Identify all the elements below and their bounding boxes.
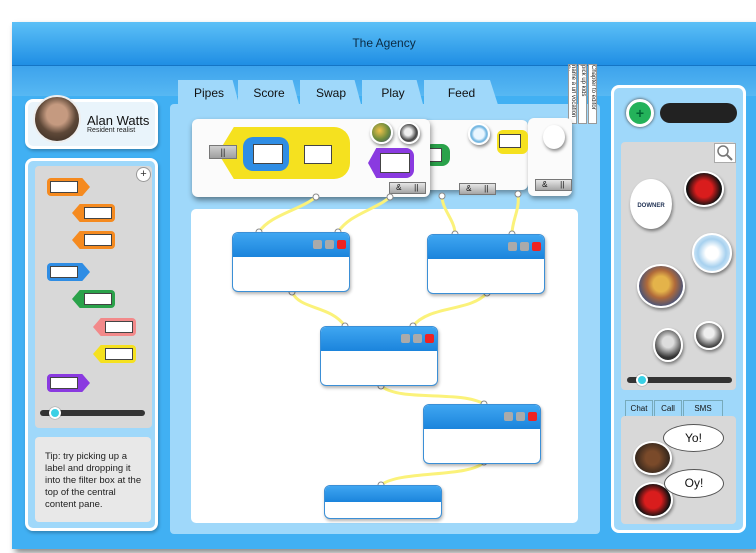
maximize-button[interactable] [520,242,529,251]
pipe-port [514,190,522,198]
news-source-bubble[interactable]: DOWNER [630,179,672,229]
person-bubble[interactable] [653,328,683,362]
pipe-connector [336,195,392,234]
chat-bubble: Yo! [663,424,724,452]
minimize-button[interactable] [508,242,517,251]
pipe-node-window[interactable] [232,232,350,292]
maximize-button[interactable] [516,412,525,421]
pipe-node-window[interactable] [320,326,438,386]
zoom-icon[interactable] [714,143,736,163]
chat-avatar[interactable] [633,441,672,475]
pipe-port [386,193,394,201]
chat-bubble: Oy! [664,469,724,498]
minimize-button[interactable] [504,412,513,421]
pipe-connector [257,195,318,234]
source-search-input[interactable] [660,103,737,123]
red-figure-bubble[interactable] [684,171,724,207]
pipe-node-window[interactable] [423,404,541,464]
close-button[interactable] [337,240,346,249]
us-map-bubble[interactable] [637,264,685,308]
pipe-connector [440,194,457,236]
close-button[interactable] [528,412,537,421]
right-slider-handle[interactable] [636,374,648,386]
maximize-button[interactable] [325,240,334,249]
pipe-connector [510,192,520,236]
source-logo-text: DOWNER [637,203,665,209]
pipe-connector [379,384,486,406]
person-bubble[interactable] [694,321,724,350]
minimize-button[interactable] [313,240,322,249]
pipe-connector [379,460,486,487]
close-button[interactable] [425,334,434,343]
weather-map-bubble[interactable] [692,233,732,273]
pipe-connector [411,291,489,328]
minimize-button[interactable] [401,334,410,343]
maximize-button[interactable] [413,334,422,343]
pipe-port [438,192,446,200]
pipe-output-window[interactable] [324,485,442,519]
pipe-connector [290,290,347,328]
add-source-button[interactable]: + [626,99,654,127]
close-button[interactable] [532,242,541,251]
pipe-port [312,193,320,201]
pipe-node-window[interactable] [427,234,545,294]
